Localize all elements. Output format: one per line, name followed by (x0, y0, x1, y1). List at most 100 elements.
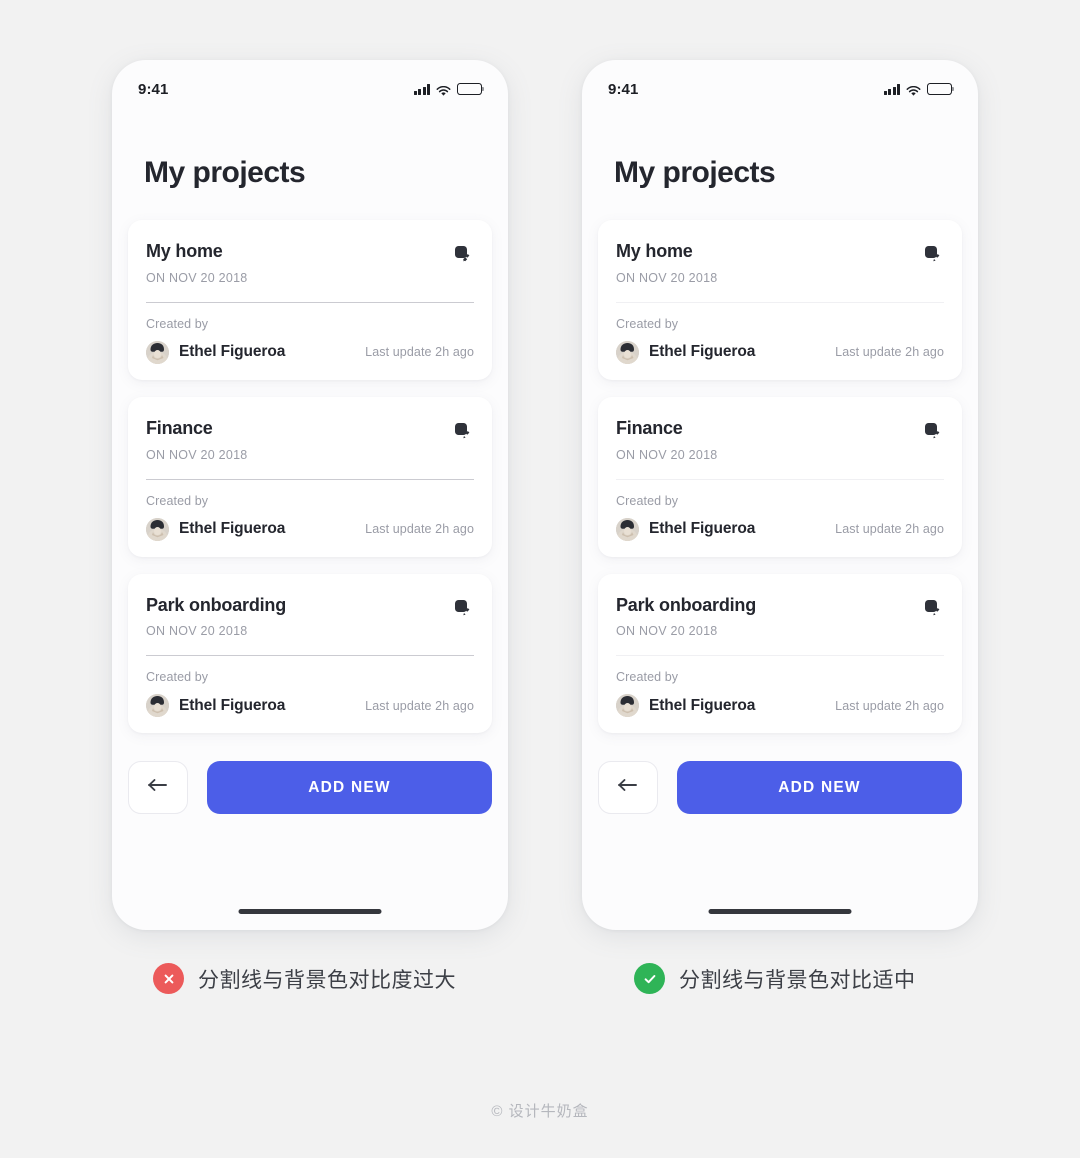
card-footer: Created by Ethel Figueroa Last update 2h… (616, 480, 944, 541)
author: Ethel Figueroa (616, 517, 756, 541)
back-button[interactable] (598, 761, 658, 815)
back-button[interactable] (128, 761, 188, 815)
avatar (616, 340, 639, 364)
status-icons (413, 71, 485, 96)
last-update: Last update 2h ago (365, 345, 474, 360)
author: Ethel Figueroa (616, 340, 756, 364)
created-by-label: Created by (616, 670, 679, 685)
card-footer: Created by Ethel Figueroa Last update 2h… (146, 480, 474, 541)
home-indicator (708, 909, 852, 914)
card-date: ON NOV 20 2018 (146, 447, 248, 462)
author-row: Ethel Figueroa Last update 2h ago (146, 517, 474, 541)
author: Ethel Figueroa (146, 340, 286, 364)
edit-icon[interactable] (452, 597, 474, 619)
author-row: Ethel Figueroa Last update 2h ago (146, 340, 474, 364)
card-footer: Created by Ethel Figueroa Last update 2h… (616, 303, 944, 364)
phone-mockup-right: 9:41 My projects My home ON NOV 20 2018 (582, 60, 978, 930)
last-update: Last update 2h ago (835, 522, 944, 537)
author-row: Ethel Figueroa Last update 2h ago (146, 694, 474, 718)
author-row: Ethel Figueroa Last update 2h ago (616, 694, 944, 718)
status-time: 9:41 (138, 80, 169, 98)
created-by-label: Created by (146, 493, 209, 508)
author-name: Ethel Figueroa (179, 696, 286, 714)
edit-icon[interactable] (922, 420, 944, 442)
cross-icon (153, 963, 184, 994)
card-header: Finance ON NOV 20 2018 (146, 418, 474, 462)
signal-icon (413, 84, 430, 95)
caption-right: 分割线与背景色对比适中 (634, 963, 916, 994)
edit-icon[interactable] (452, 420, 474, 442)
avatar (146, 340, 169, 364)
card-header: Park onboarding ON NOV 20 2018 (146, 594, 474, 638)
card-date: ON NOV 20 2018 (616, 447, 718, 462)
check-icon (634, 963, 665, 994)
created-by-label: Created by (146, 316, 209, 331)
author-row: Ethel Figueroa Last update 2h ago (616, 340, 944, 364)
project-card[interactable]: Park onboarding ON NOV 20 2018 Created b… (128, 573, 492, 734)
card-date: ON NOV 20 2018 (616, 270, 718, 285)
screen-content: My projects My home ON NOV 20 2018 Creat… (582, 106, 978, 930)
last-update: Last update 2h ago (835, 345, 944, 360)
add-new-button[interactable]: ADD NEW (207, 761, 492, 815)
card-title: My home (146, 241, 223, 261)
caption-text: 分割线与背景色对比适中 (679, 968, 916, 992)
card-header: Finance ON NOV 20 2018 (616, 417, 944, 462)
screen-content: My projects My home ON NOV 20 2018 Creat… (112, 106, 508, 930)
author: Ethel Figueroa (146, 517, 286, 541)
project-card[interactable]: Finance ON NOV 20 2018 Created by Ethel … (598, 396, 962, 557)
last-update: Last update 2h ago (365, 698, 474, 713)
card-footer: Created by Ethel Figueroa Last update 2h… (146, 303, 474, 364)
card-title: Park onboarding (146, 594, 287, 615)
project-card[interactable]: Park onboarding ON NOV 20 2018 Created b… (598, 573, 962, 734)
author: Ethel Figueroa (616, 694, 756, 718)
battery-icon (457, 83, 485, 95)
project-card-list: My home ON NOV 20 2018 Created by Ethel … (128, 220, 492, 734)
phone-mockup-left: 9:41 My projects My home ON NOV 20 2018 (112, 60, 508, 930)
author-name: Ethel Figueroa (649, 520, 756, 538)
card-header: Park onboarding ON NOV 20 2018 (616, 594, 944, 639)
arrow-left-icon (616, 777, 640, 798)
bottom-actions: ADD NEW (128, 761, 492, 815)
last-update: Last update 2h ago (365, 522, 474, 537)
author-name: Ethel Figueroa (179, 520, 286, 538)
status-icons (883, 71, 955, 96)
edit-icon[interactable] (922, 243, 944, 265)
author-name: Ethel Figueroa (179, 343, 286, 361)
created-by-label: Created by (146, 670, 209, 685)
avatar (616, 517, 639, 541)
wifi-icon (436, 84, 451, 96)
card-footer: Created by Ethel Figueroa Last update 2h… (616, 656, 944, 718)
author-name: Ethel Figueroa (649, 343, 756, 361)
card-date: ON NOV 20 2018 (616, 624, 718, 639)
author-row: Ethel Figueroa Last update 2h ago (616, 517, 944, 541)
avatar (616, 694, 639, 718)
avatar (146, 517, 169, 541)
bottom-actions: ADD NEW (598, 761, 962, 815)
project-card[interactable]: Finance ON NOV 20 2018 Created by Ethel … (128, 396, 492, 557)
card-title: Park onboarding (616, 594, 757, 615)
status-bar: 9:41 (582, 60, 978, 106)
card-footer: Created by Ethel Figueroa Last update 2h… (146, 656, 474, 718)
home-indicator (238, 909, 382, 914)
edit-icon[interactable] (922, 597, 944, 619)
caption-left: 分割线与背景色对比度过大 (153, 963, 456, 994)
status-bar: 9:41 (112, 60, 508, 106)
add-new-button[interactable]: ADD NEW (677, 761, 962, 815)
card-title: Finance (616, 417, 683, 438)
card-title: My home (616, 241, 693, 261)
author-name: Ethel Figueroa (649, 696, 756, 714)
battery-icon (927, 83, 955, 95)
project-card[interactable]: My home ON NOV 20 2018 Created by Ethel … (128, 220, 492, 380)
arrow-left-icon (146, 777, 170, 798)
comparison-stage: 9:41 My projects My home ON NOV 20 2018 (0, 0, 1080, 1158)
wifi-icon (906, 84, 921, 96)
last-update: Last update 2h ago (835, 698, 944, 713)
edit-icon[interactable] (452, 243, 474, 265)
caption-text: 分割线与背景色对比度过大 (198, 968, 456, 992)
signal-icon (883, 84, 900, 95)
author: Ethel Figueroa (146, 694, 286, 718)
project-card[interactable]: My home ON NOV 20 2018 Created by Ethel … (598, 220, 962, 380)
status-time: 9:41 (608, 80, 639, 98)
card-header: My home ON NOV 20 2018 (146, 241, 474, 285)
page-title: My projects (614, 156, 776, 189)
